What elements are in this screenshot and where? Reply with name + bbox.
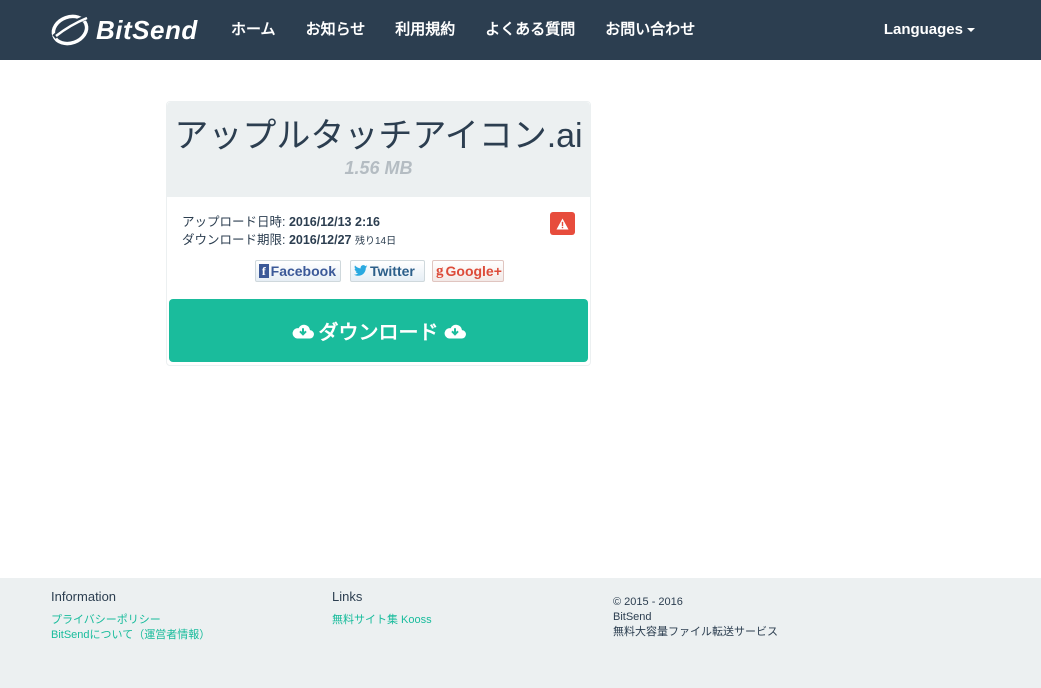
nav-home[interactable]: ホーム xyxy=(216,0,291,60)
cloud-download-icon xyxy=(292,324,314,339)
bitsend-logo-icon xyxy=(51,14,89,46)
languages-dropdown[interactable]: Languages xyxy=(884,0,975,60)
brand-name: BitSend xyxy=(96,14,198,45)
twitter-label: Twitter xyxy=(370,263,415,279)
footer-links: Links 無料サイト集 Kooss xyxy=(332,589,432,628)
top-navbar: BitSend ホーム お知らせ 利用規約 よくある質問 お問い合わせ Lang… xyxy=(0,0,1041,60)
google-icon: g xyxy=(436,263,444,279)
footer-tagline: 無料大容量ファイル転送サービス xyxy=(613,626,778,638)
file-name: アップルタッチアイコン.ai xyxy=(174,117,583,155)
warning-icon xyxy=(556,218,569,229)
google-plus-share-button[interactable]: g Google+ xyxy=(432,260,504,282)
download-button[interactable]: ダウンロード xyxy=(169,299,588,362)
file-header: アップルタッチアイコン.ai 1.56 MB xyxy=(167,102,590,197)
nav-contact[interactable]: お問い合わせ xyxy=(590,0,710,60)
expire-row: ダウンロード期限: 2016/12/27 残り14日 xyxy=(182,231,396,251)
google-plus-label: Google+ xyxy=(445,263,502,279)
copyright-text: © 2015 - 2016 xyxy=(613,596,683,608)
expire-label: ダウンロード期限: xyxy=(182,233,289,247)
nav-news[interactable]: お知らせ xyxy=(291,0,381,60)
footer-links-title: Links xyxy=(332,589,363,604)
footer-info-title: Information xyxy=(51,589,117,604)
upload-date: 2016/12/13 2:16 xyxy=(288,215,381,229)
upload-label: アップロード日時: xyxy=(182,215,289,229)
cloud-download-icon xyxy=(444,324,466,339)
main-nav: ホーム お知らせ 利用規約 よくある質問 お問い合わせ xyxy=(216,0,710,60)
about-link[interactable]: BitSendについて（運営者情報） xyxy=(51,628,210,643)
file-meta: アップロード日時: 2016/12/13 2:16 ダウンロード期限: 2016… xyxy=(182,213,396,251)
nav-terms[interactable]: 利用規約 xyxy=(380,0,470,60)
footer-brand: BitSend xyxy=(613,611,652,623)
download-label: ダウンロード xyxy=(318,322,439,344)
privacy-policy-link[interactable]: プライバシーポリシー xyxy=(51,613,210,628)
file-card: アップルタッチアイコン.ai 1.56 MB アップロード日時: 2016/12… xyxy=(166,101,591,366)
facebook-share-button[interactable]: f Facebook xyxy=(255,260,341,282)
report-button[interactable] xyxy=(550,212,575,235)
bitsend-logo[interactable]: BitSend xyxy=(50,12,198,48)
twitter-share-button[interactable]: Twitter xyxy=(350,260,425,282)
remaining-days: 残り14日 xyxy=(355,236,397,247)
upload-row: アップロード日時: 2016/12/13 2:16 xyxy=(182,213,396,231)
twitter-icon xyxy=(354,265,368,276)
facebook-icon: f xyxy=(259,264,269,278)
caret-down-icon xyxy=(967,28,975,33)
facebook-label: Facebook xyxy=(270,263,336,279)
file-size: 1.56 MB xyxy=(344,158,413,178)
nav-faq[interactable]: よくある質問 xyxy=(470,0,590,60)
kooss-link[interactable]: 無料サイト集 Kooss xyxy=(332,613,432,628)
footer-information: Information プライバシーポリシー BitSendについて（運営者情報… xyxy=(51,589,210,643)
footer-copyright: © 2015 - 2016 BitSend 無料大容量ファイル転送サービス xyxy=(613,595,778,640)
expire-date: 2016/12/27 xyxy=(288,233,352,247)
languages-label: Languages xyxy=(883,21,963,38)
footer: Information プライバシーポリシー BitSendについて（運営者情報… xyxy=(0,578,1041,688)
